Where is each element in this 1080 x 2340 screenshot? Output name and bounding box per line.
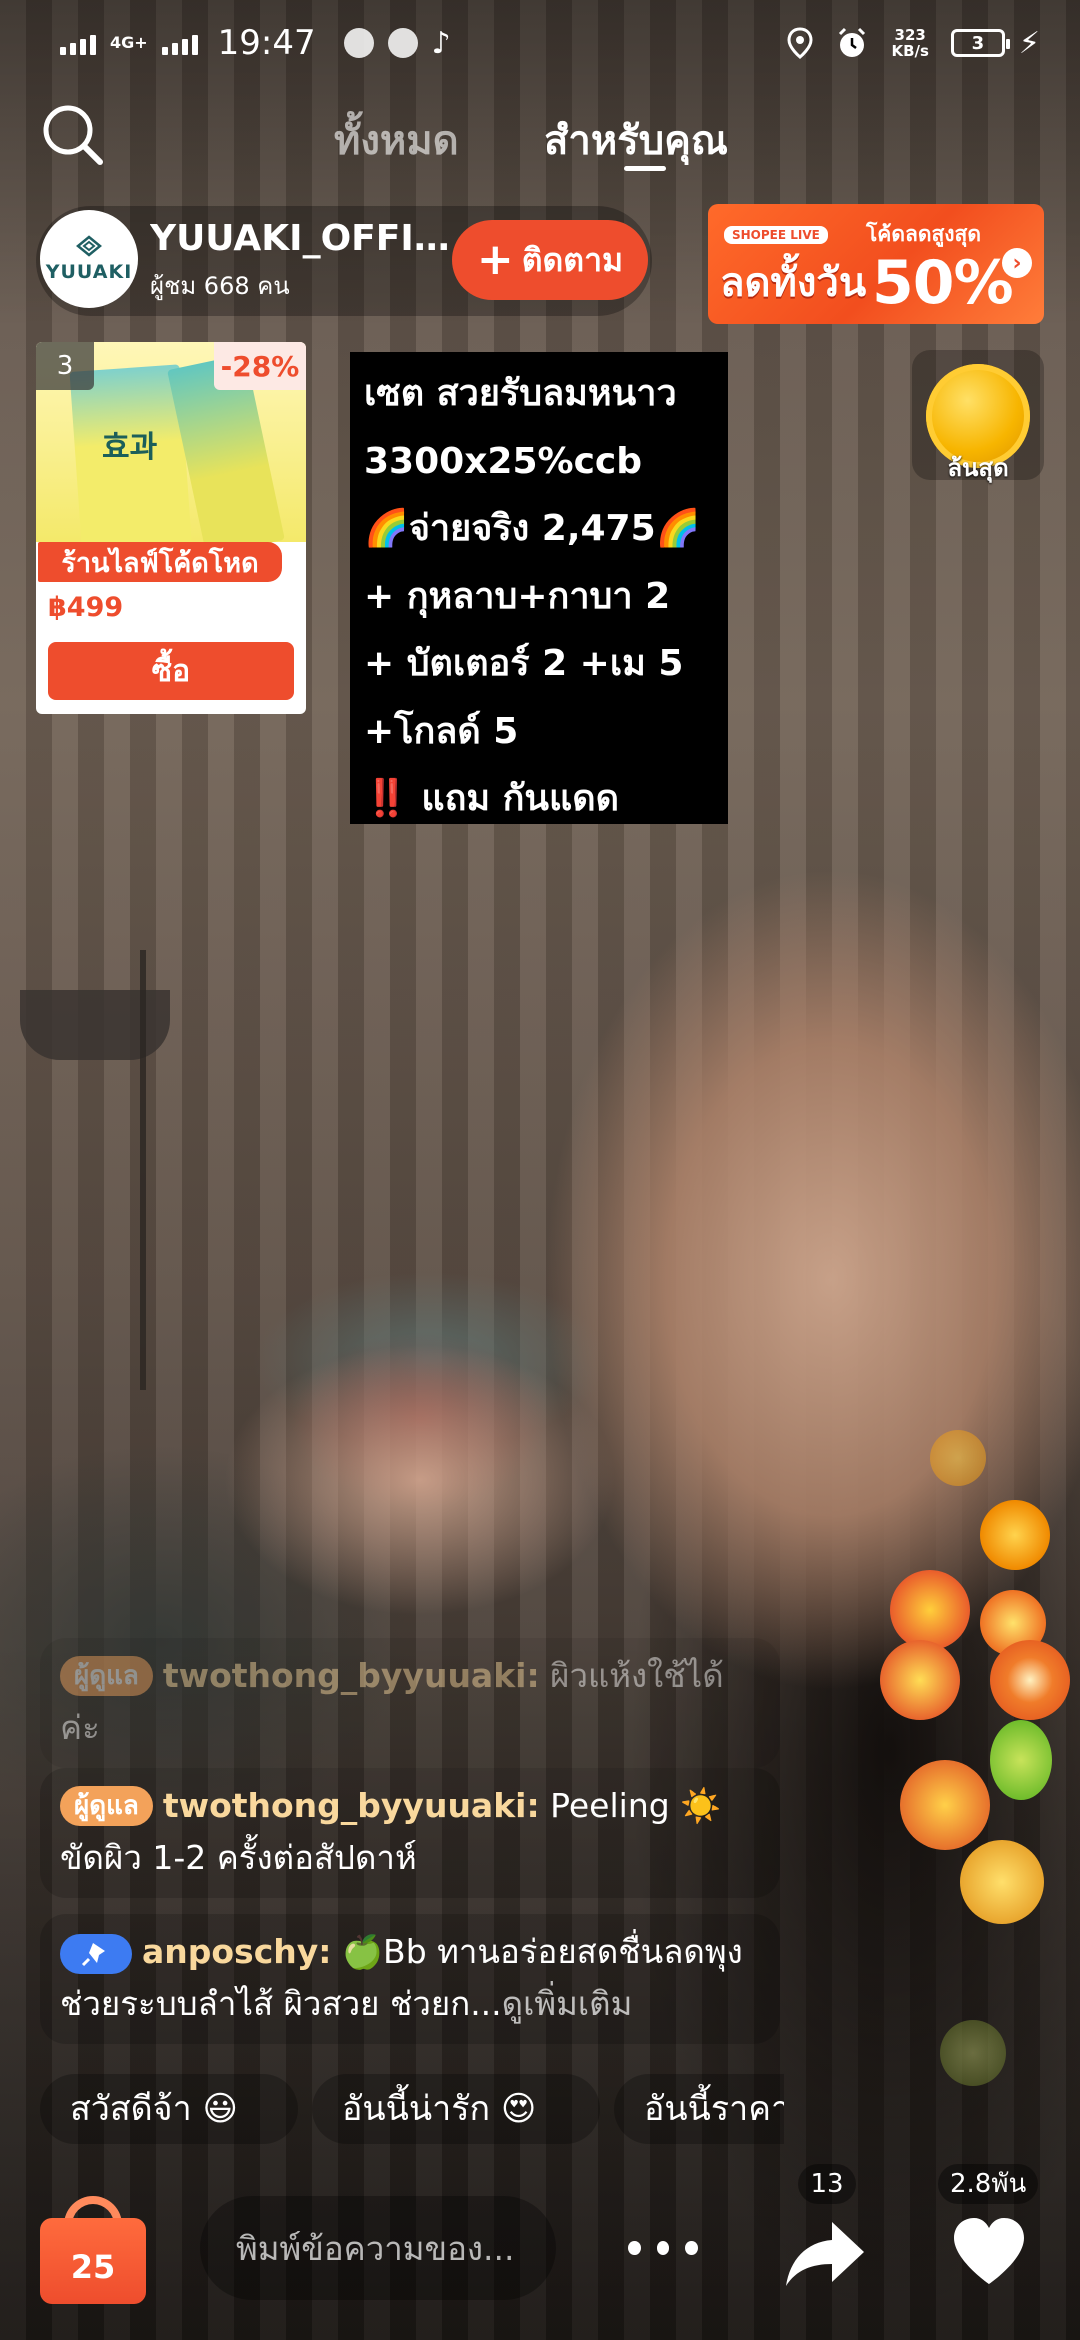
location-icon xyxy=(787,27,813,59)
comment-item[interactable]: ผู้ดูแล twothong_byyuuaki: ผิวแห้งใช้ได้ค… xyxy=(40,1638,780,1768)
search-button[interactable] xyxy=(40,102,106,168)
share-button[interactable] xyxy=(782,2216,868,2292)
notification-app-icon xyxy=(387,28,418,58)
reaction-emoji xyxy=(980,1500,1050,1570)
dot-icon xyxy=(685,2241,699,2255)
dot-icon xyxy=(656,2241,670,2255)
tab-for-you[interactable]: สำหรับคุณ xyxy=(544,108,728,172)
admin-badge: ผู้ดูแล xyxy=(60,1786,153,1826)
follow-button[interactable]: + ติดตาม xyxy=(452,220,648,300)
alert-icon: ‼️ xyxy=(364,778,409,819)
comment-item[interactable]: ผู้ดูแล twothong_byyuuaki: Peeling ☀️ ขัด… xyxy=(40,1768,780,1898)
cart-count: 25 xyxy=(70,2248,116,2286)
caption-line: เซต สวยรับลมหนาว xyxy=(364,373,677,414)
see-more-link[interactable]: ดูเพิ่มเติม xyxy=(502,1984,633,2023)
active-tab-indicator xyxy=(624,166,666,171)
signal-icon xyxy=(60,31,96,55)
brand-logo-icon xyxy=(76,235,102,257)
promo-top-text: โค้ดลดสูงสุด xyxy=(866,222,981,246)
quick-reply[interactable]: อันนี้ราคา xyxy=(614,2074,784,2144)
share-count: 13 xyxy=(798,2164,856,2204)
promo-percent: 50% xyxy=(872,248,1014,318)
dot-icon xyxy=(628,2241,641,2255)
product-card[interactable]: 효과 3 -28% ร้านไลฟ์โค้ดโหด ฿499 ซื้อ xyxy=(36,342,306,714)
pinned-comment[interactable]: anposchy: 🍏Bb ทานอร่อยสดชื่นลดพุงช่วยระบ… xyxy=(40,1914,780,2044)
more-options-button[interactable] xyxy=(628,2230,699,2266)
reaction-emoji xyxy=(880,1640,960,1720)
quick-reply[interactable]: อันนี้น่ารัก 😍 xyxy=(312,2074,600,2144)
clock: 19:47 xyxy=(217,23,316,63)
heart-icon xyxy=(954,2218,1024,2284)
product-image-text: 효과 xyxy=(102,430,158,465)
network-type: 4G+ xyxy=(110,33,148,52)
promo-banner[interactable]: SHOPEE LIVE ลดทั้งวัน โค้ดลดสูงสุด 50% › xyxy=(708,204,1044,324)
status-bar: 4G+ 19:47 ♪ 323 KB/s 3 ⚡ xyxy=(0,0,1080,86)
background-lamp xyxy=(20,990,170,1060)
product-index: 3 xyxy=(36,342,94,390)
caption-line: 3300x25%ccb xyxy=(364,440,643,482)
reaction-emoji xyxy=(890,1570,970,1650)
status-left: 4G+ 19:47 ♪ xyxy=(60,23,451,63)
share-icon xyxy=(786,2222,864,2286)
message-input[interactable]: พิมพ์ข้อความของ... xyxy=(200,2196,556,2300)
message-placeholder: พิมพ์ข้อความของ... xyxy=(236,2228,515,2268)
reaction-emoji xyxy=(940,2020,1006,2086)
reaction-emoji xyxy=(990,1640,1070,1720)
tiktok-icon: ♪ xyxy=(431,25,451,61)
host-avatar[interactable]: YUUAKI xyxy=(40,210,138,308)
product-price: ฿499 xyxy=(48,592,124,623)
shopee-live-badge: SHOPEE LIVE xyxy=(724,226,828,244)
tab-all[interactable]: ทั้งหมด xyxy=(334,108,459,172)
caption-line: ‼️ แถม กันแดด xyxy=(364,765,714,833)
follow-label: ติดตาม xyxy=(521,240,624,279)
signal-2-icon xyxy=(161,31,198,55)
caption-line: +โกลด์ 5 xyxy=(364,710,519,752)
product-tag: ร้านไลฟ์โค้ดโหด xyxy=(38,542,282,582)
promo-main-text: ลดทั้งวัน xyxy=(720,260,867,306)
viewer-count: ผู้ชม 668 คน xyxy=(150,272,290,300)
caption-line: + กุหลาบ+กาบา 2 xyxy=(364,575,671,617)
charging-icon: ⚡ xyxy=(1018,25,1040,61)
comment-user[interactable]: anposchy: xyxy=(142,1932,331,1971)
comment-user[interactable]: twothong_byyuuaki: xyxy=(163,1656,540,1695)
network-speed: 323 KB/s xyxy=(891,26,929,60)
shopping-cart-button[interactable]: 25 xyxy=(40,2192,146,2304)
reaction-emoji xyxy=(930,1430,986,1486)
caption-line-text: แถม กันแดด xyxy=(421,778,620,819)
alarm-icon xyxy=(839,27,866,57)
caption-line: 🌈จ่ายจริง 2,475🌈 xyxy=(364,508,701,549)
avatar-text: YUUAKI xyxy=(45,261,133,283)
status-right: 323 KB/s 3 ⚡ xyxy=(787,26,1040,61)
reaction-emoji xyxy=(960,1840,1044,1924)
caption-line: + บัตเตอร์ 2 +เม 5 xyxy=(364,643,684,684)
buy-button[interactable]: ซื้อ xyxy=(48,642,294,700)
comment-user[interactable]: twothong_byyuuaki: xyxy=(163,1786,540,1825)
like-count: 2.8พัน xyxy=(938,2164,1038,2204)
coin-label: ล้นสุด xyxy=(947,454,1009,482)
reaction-emoji xyxy=(900,1760,990,1850)
quick-reply[interactable]: สวัสดีจ้า 😃 xyxy=(40,2074,298,2144)
chevron-right-icon: › xyxy=(1002,248,1032,278)
reaction-emoji xyxy=(990,1720,1052,1800)
search-icon xyxy=(43,105,103,165)
admin-badge: ผู้ดูแล xyxy=(60,1656,153,1696)
host-name[interactable]: YUUAKI_OFFIC... xyxy=(150,218,450,259)
stream-caption: เซต สวยรับลมหนาว 3300x25%ccb 🌈จ่ายจริง 2… xyxy=(350,352,728,824)
discount-badge: -28% xyxy=(214,342,306,390)
like-button[interactable] xyxy=(950,2216,1028,2288)
background-lamp-pole xyxy=(140,950,146,1390)
line-app-icon xyxy=(343,28,374,58)
pin-icon xyxy=(60,1934,132,1974)
battery-icon: 3 xyxy=(950,29,1010,57)
plus-icon: + xyxy=(476,234,514,285)
